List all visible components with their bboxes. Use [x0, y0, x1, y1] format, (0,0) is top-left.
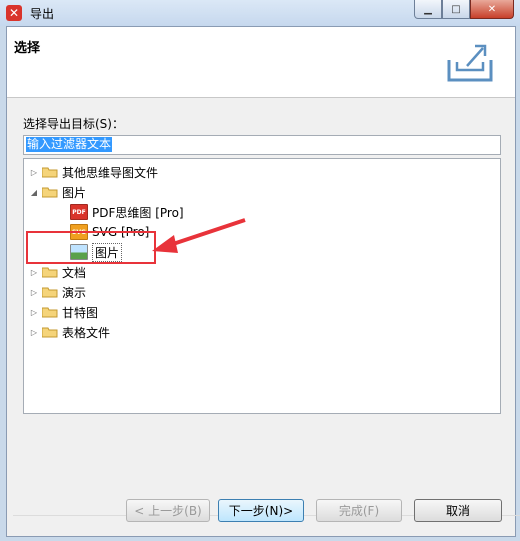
tree-item-document[interactable]: ▷ 文档 — [28, 263, 86, 281]
finish-button[interactable]: 完成(F) — [316, 499, 402, 522]
back-button[interactable]: < 上一步(B) — [126, 499, 210, 522]
next-button[interactable]: 下一步(N)> — [218, 499, 304, 522]
expand-icon[interactable]: ▷ — [28, 328, 40, 337]
filter-input[interactable]: 输入过滤器文本 — [23, 135, 501, 155]
title-bar: ✕ 导出 ▁ □ ✕ — [0, 0, 520, 26]
tree-item-label: 图片 — [62, 185, 87, 200]
cancel-button[interactable]: 取消 — [414, 499, 502, 522]
folder-icon — [42, 267, 58, 278]
maximize-button[interactable]: □ — [442, 0, 470, 19]
pdf-icon: PDF — [70, 204, 88, 220]
folder-open-icon — [42, 187, 58, 198]
folder-icon — [42, 287, 58, 298]
expand-icon[interactable]: ▷ — [28, 268, 40, 277]
expand-icon[interactable]: ▷ — [28, 308, 40, 317]
xmind-icon: ✕ — [6, 5, 22, 21]
tree-item-other-mindmap-files[interactable]: ▷ 其他思维导图文件 — [28, 163, 158, 181]
close-button[interactable]: ✕ — [470, 0, 514, 19]
tree-item-label: 其他思维导图文件 — [62, 165, 159, 180]
export-target-tree[interactable]: ▷ 其他思维导图文件 ◢ 图片 PDF PDF思维图 [Pro] SVG SVG… — [23, 158, 501, 414]
highlight-box — [26, 231, 156, 264]
window-controls: ▁ □ ✕ — [414, 0, 514, 20]
tree-item-label: 表格文件 — [62, 325, 111, 340]
page-title: 选择 — [14, 41, 41, 56]
folder-icon — [42, 327, 58, 338]
tree-item-label: 文档 — [62, 265, 87, 280]
target-label: 选择导出目标(S)： — [23, 117, 124, 131]
tree-item-presentation[interactable]: ▷ 演示 — [28, 283, 86, 301]
tree-item-gantt[interactable]: ▷ 甘特图 — [28, 303, 98, 321]
annotation-arrow-icon — [152, 218, 246, 253]
dialog-body: 选择 选择导出目标(S)： 输入过滤器文本 ▷ 其他思维导图文件 ◢ 图片 PD… — [6, 26, 520, 537]
tree-item-spreadsheet[interactable]: ▷ 表格文件 — [28, 323, 110, 341]
expand-icon[interactable]: ▷ — [28, 168, 40, 177]
collapse-icon[interactable]: ◢ — [28, 188, 40, 197]
tree-item-label: 演示 — [62, 285, 87, 300]
folder-icon — [42, 307, 58, 318]
tree-item-label: 甘特图 — [62, 305, 99, 320]
expand-icon[interactable]: ▷ — [28, 288, 40, 297]
wizard-header: 选择 — [7, 27, 515, 98]
window-title: 导出 — [30, 7, 55, 21]
tree-item-images-folder[interactable]: ◢ 图片 — [28, 183, 86, 201]
minimize-button[interactable]: ▁ — [414, 0, 442, 19]
filter-text: 输入过滤器文本 — [26, 137, 113, 152]
export-icon — [447, 44, 493, 82]
folder-icon — [42, 167, 58, 178]
